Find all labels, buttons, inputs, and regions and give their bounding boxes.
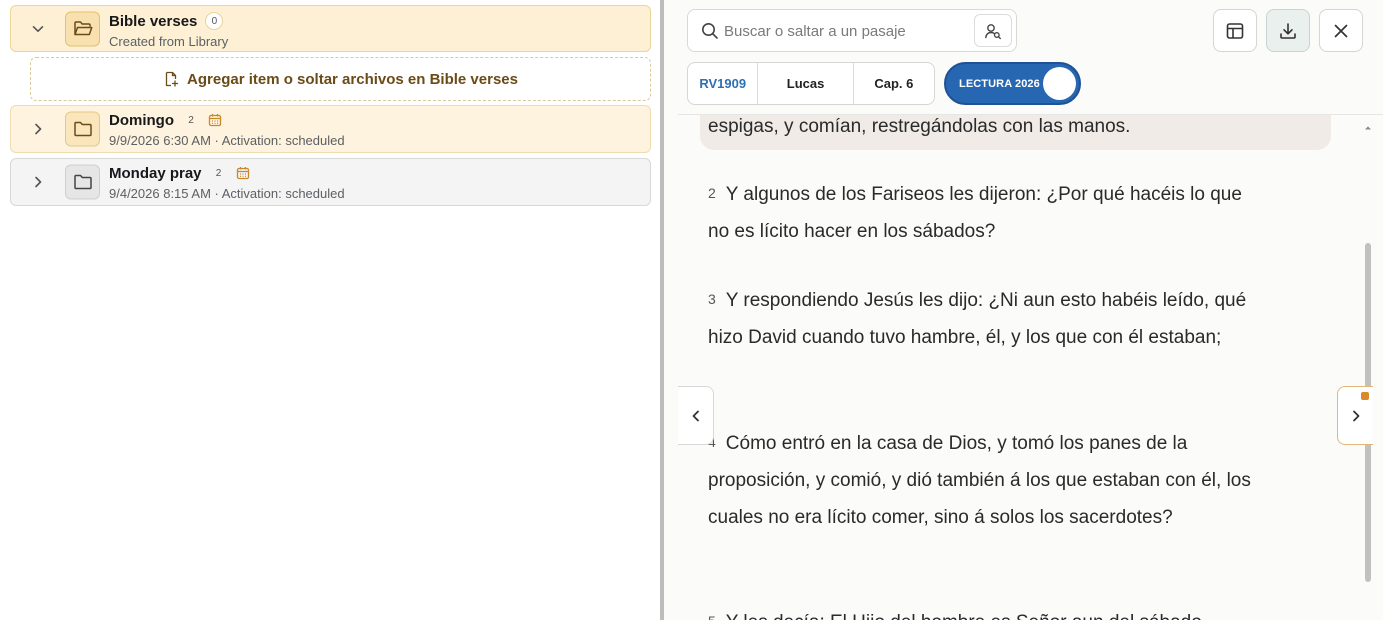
folder-row-text: Monday pray 2 9/4/2026 8:15 AM · Activat…	[109, 163, 345, 202]
chevron-right-icon[interactable]	[28, 172, 48, 192]
verse-text: Y les decía: El Hijo del hombre es Señor…	[726, 612, 1207, 620]
download-icon	[1278, 21, 1298, 41]
verse-text: Y respondiendo Jesús les dijo: ¿Ni aun e…	[708, 290, 1247, 348]
search-icon	[701, 22, 719, 40]
verse-text: Cómo entró en la casa de Dios, y tomó lo…	[708, 433, 1251, 528]
close-icon	[1332, 22, 1350, 40]
person-search-button[interactable]	[974, 14, 1012, 47]
version-selector[interactable]: RV1909	[688, 63, 759, 104]
library-panel: Bible verses 0 Created from Library Agre…	[0, 0, 660, 620]
app-window: Bible verses 0 Created from Library Agre…	[0, 0, 1383, 620]
verse-2[interactable]: 2Y algunos de los Fariseos les dijeron: …	[708, 175, 1268, 250]
person-search-icon	[984, 22, 1002, 40]
folder-row-bible-verses[interactable]: Bible verses 0 Created from Library	[10, 5, 651, 52]
folder-title: Domingo	[109, 111, 174, 129]
folder-open-icon	[65, 11, 100, 46]
passage-text-area: espigas, y comían, restregándolas con la…	[678, 115, 1372, 620]
verse-text: Y algunos de los Fariseos les dijeron: ¿…	[708, 184, 1242, 242]
reading-plan-toggle[interactable]: LECTURA 2026	[944, 62, 1081, 105]
folder-row-monday-pray[interactable]: Monday pray 2 9/4/2026 8:15 AM · Activat…	[10, 158, 651, 206]
passage-reference-selector: RV1909 Lucas Cap. 6	[687, 62, 935, 105]
verse-5[interactable]: 5 Y les decía: El Hijo del hombre es Seño…	[708, 603, 1268, 620]
download-button[interactable]	[1266, 9, 1310, 52]
file-plus-icon	[163, 71, 179, 87]
chevron-left-icon	[689, 409, 703, 423]
chevron-right-icon[interactable]	[28, 119, 48, 139]
folder-icon	[65, 164, 100, 200]
verse-number: 2	[708, 185, 716, 201]
folder-row-text: Domingo 2 9/9/2026 6:30 AM · Activation:…	[109, 110, 345, 149]
add-item-label: Agregar item o soltar archivos en Bible …	[187, 70, 518, 88]
layout-icon	[1225, 21, 1245, 41]
reading-plan-label: LECTURA 2026	[959, 77, 1040, 90]
book-selector[interactable]: Lucas	[758, 63, 854, 104]
folder-subtitle: 9/9/2026 6:30 AM · Activation: scheduled	[109, 133, 345, 148]
add-item-dropzone[interactable]: Agregar item o soltar archivos en Bible …	[30, 57, 651, 101]
folder-subtitle: Created from Library	[109, 34, 229, 49]
verse-text: espigas, y comían, restregándolas con la…	[708, 116, 1131, 137]
folder-subtitle: 9/4/2026 8:15 AM · Activation: scheduled	[109, 186, 345, 201]
close-button[interactable]	[1319, 9, 1363, 52]
toggle-knob	[1043, 67, 1076, 100]
layout-toggle-button[interactable]	[1213, 9, 1257, 52]
highlighted-verse[interactable]: espigas, y comían, restregándolas con la…	[700, 115, 1331, 150]
folder-row-text: Bible verses 0 Created from Library	[109, 11, 228, 50]
chapter-selector[interactable]: Cap. 6	[854, 63, 934, 104]
chevron-right-icon	[1349, 409, 1363, 423]
passage-search-box	[687, 9, 1017, 52]
folder-title: Bible verses	[109, 12, 198, 30]
item-count-badge: 2	[188, 114, 194, 126]
chevron-down-icon[interactable]	[28, 19, 48, 39]
unread-marker	[1361, 392, 1369, 400]
calendar-icon	[236, 166, 250, 180]
verse-number: 3	[708, 291, 716, 307]
reader-panel: RV1909 Lucas Cap. 6 LECTURA 2026 espigas…	[664, 0, 1383, 620]
verse-3[interactable]: 3Y respondiendo Jesús les dijo: ¿Ni aun …	[708, 281, 1268, 356]
passage-search-input[interactable]	[724, 18, 964, 44]
folder-title: Monday pray	[109, 164, 202, 182]
folder-row-domingo[interactable]: Domingo 2 9/9/2026 6:30 AM · Activation:…	[10, 105, 651, 153]
previous-chapter-button[interactable]	[678, 386, 714, 445]
scroll-up-arrow-icon[interactable]	[1364, 119, 1372, 130]
folder-icon	[65, 111, 100, 147]
item-count-badge: 2	[215, 167, 222, 179]
calendar-icon	[208, 113, 222, 127]
item-count-badge: 0	[205, 12, 224, 30]
verse-number: 5	[708, 613, 716, 620]
next-chapter-button[interactable]	[1337, 386, 1373, 445]
verse-4[interactable]: 4Cómo entró en la casa de Dios, y tomó l…	[708, 424, 1268, 536]
